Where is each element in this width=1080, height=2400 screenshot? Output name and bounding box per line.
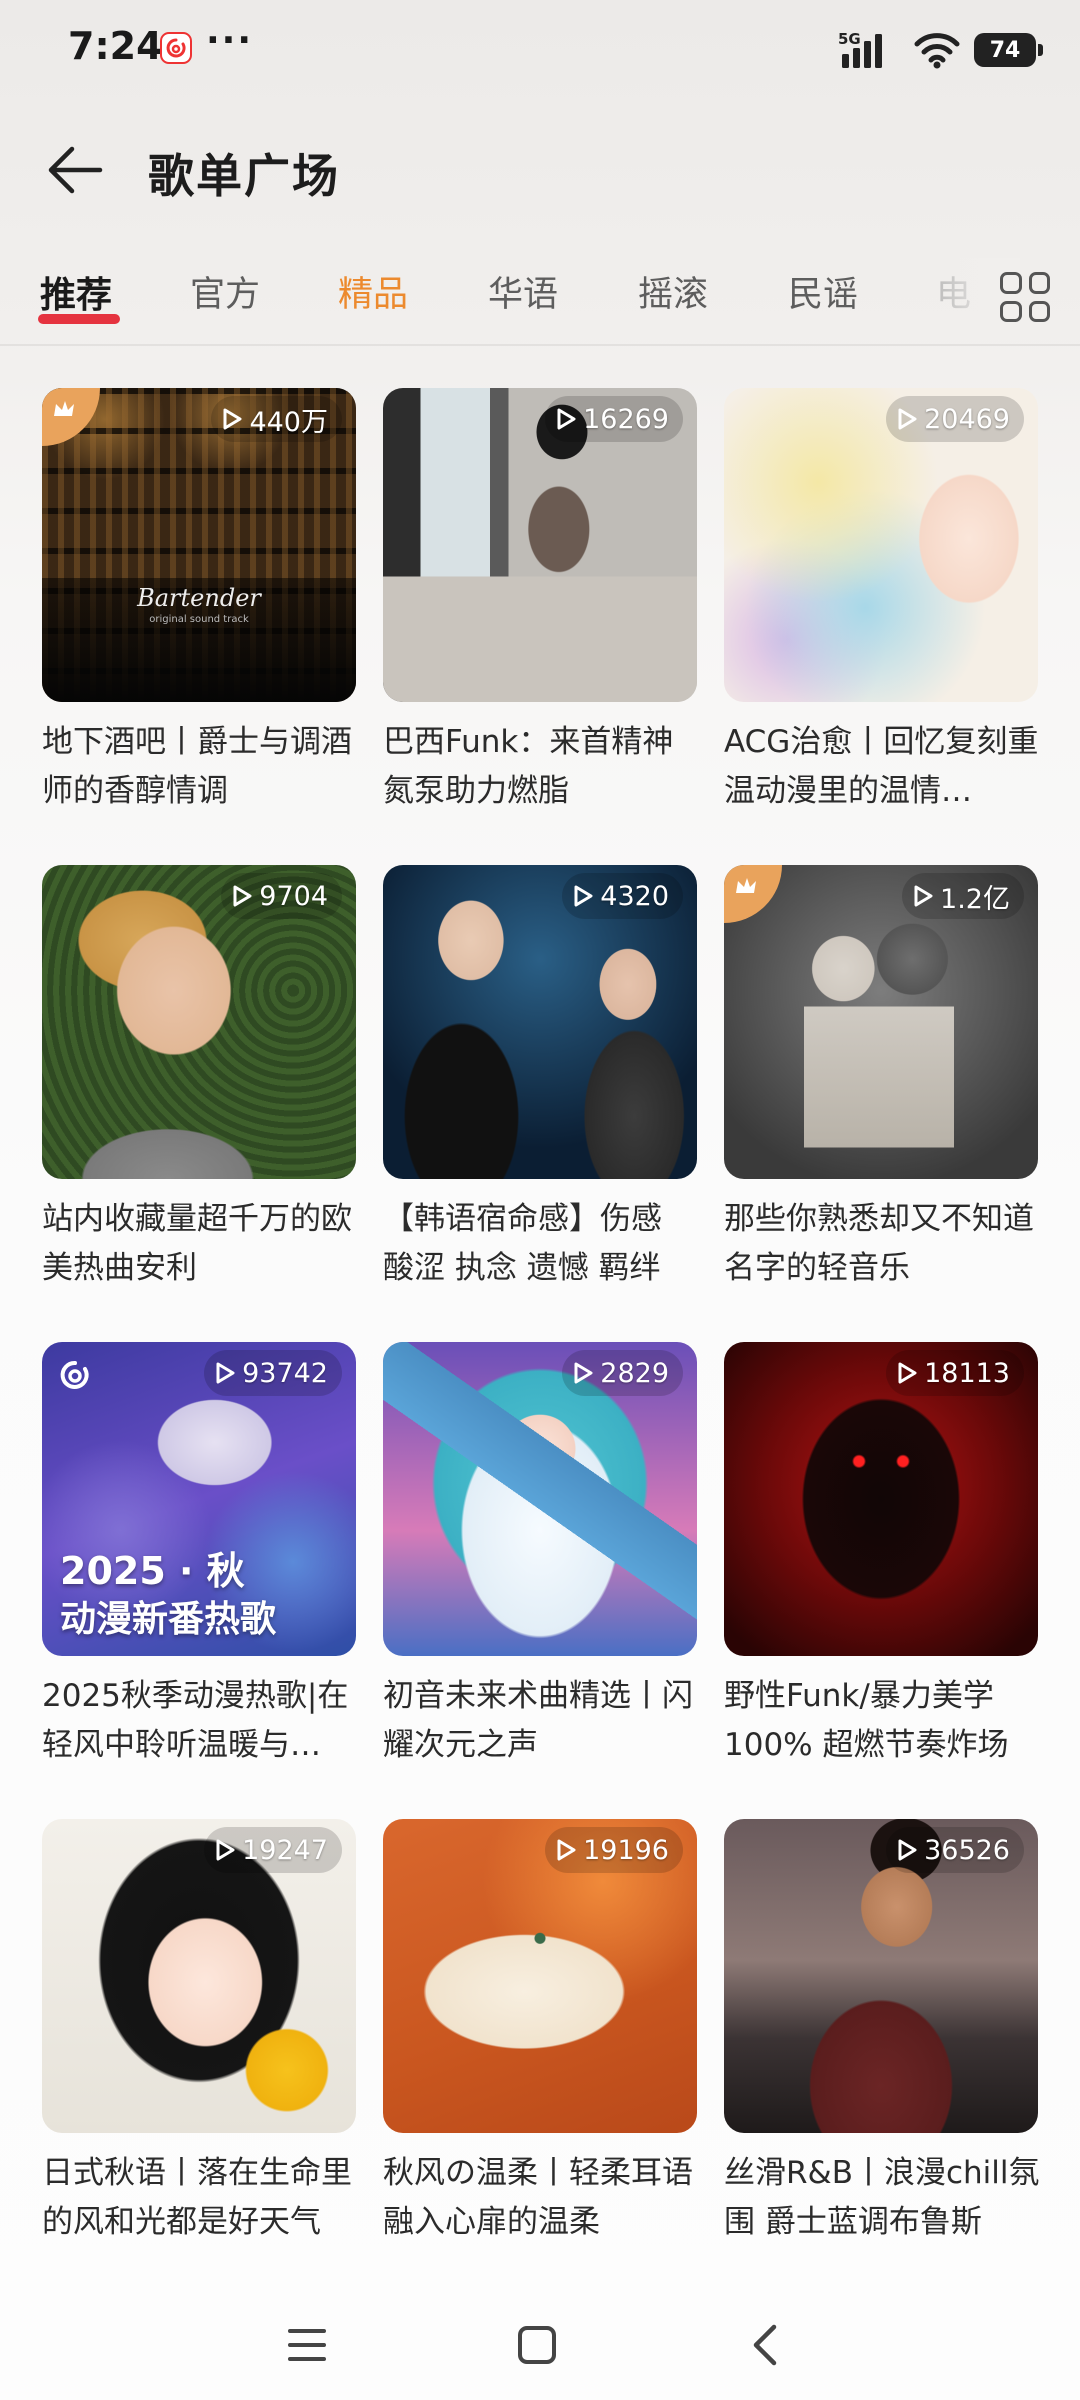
crown-icon: [736, 878, 756, 893]
playlist-title[interactable]: 日式秋语丨落在生命里的风和光都是好天气: [42, 2149, 360, 2247]
tabs-divider: [0, 344, 1080, 346]
playlist-title[interactable]: 站内收藏量超千万的欧美热曲安利: [42, 1195, 360, 1293]
playlist-title[interactable]: 野性Funk/暴力美学100% 超燃节奏炸场: [724, 1672, 1042, 1770]
cover-text: Bartender: [137, 584, 261, 612]
play-count: 19196: [545, 1827, 683, 1873]
playlist-title[interactable]: 那些你熟悉却又不知道名字的轻音乐: [724, 1195, 1042, 1293]
system-back-button[interactable]: [730, 2310, 800, 2380]
system-nav-bar: [0, 2290, 1080, 2400]
wifi-icon: [914, 33, 960, 69]
play-count: 19247: [204, 1827, 342, 1873]
grid-icon: [1000, 272, 1022, 294]
playlist-cover[interactable]: 4320: [383, 865, 697, 1179]
playlist-cover[interactable]: Bartender original sound track 440万: [42, 388, 356, 702]
play-count: 16269: [545, 396, 683, 442]
playlist-cover[interactable]: 36526: [724, 1819, 1038, 2133]
arrow-left-icon: [48, 146, 103, 194]
category-tabs: 推荐 官方 精品 华语 摇滚 民谣 电: [0, 258, 1080, 338]
chevron-left-icon: [753, 2324, 777, 2366]
play-count: 4320: [562, 873, 683, 919]
menu-icon: [288, 2329, 326, 2361]
playlist-title[interactable]: ACG治愈丨回忆复刻重温动漫里的温情…: [724, 718, 1042, 816]
playlist-cover[interactable]: 19196: [383, 1819, 697, 2133]
playlist-title[interactable]: 巴西Funk：来首精神氮泵助力燃脂: [383, 718, 701, 816]
cover-text: 2025 · 秋: [60, 1549, 245, 1593]
play-icon: [233, 885, 252, 907]
play-icon: [557, 408, 576, 430]
home-button[interactable]: [502, 2310, 572, 2380]
play-count: 93742: [204, 1350, 342, 1396]
home-square-icon: [518, 2326, 556, 2364]
playlist-cover[interactable]: 18113: [724, 1342, 1038, 1656]
playlist-cover[interactable]: 9704: [42, 865, 356, 1179]
tab-folk[interactable]: 民谣: [788, 266, 858, 317]
battery-indicator: 74: [974, 33, 1043, 67]
play-icon: [898, 1839, 917, 1861]
playlist-cover[interactable]: 2829: [383, 1342, 697, 1656]
cover-subtext: original sound track: [149, 614, 249, 625]
play-count: 1.2亿: [902, 873, 1024, 919]
tab-official[interactable]: 官方: [190, 266, 260, 317]
tab-premium[interactable]: 精品: [338, 266, 408, 317]
netease-icon: [60, 1360, 89, 1389]
playlist-cover[interactable]: 19247: [42, 1819, 356, 2133]
more-notifications-icon: ···: [206, 20, 254, 61]
playlist-title[interactable]: 初音未来术曲精选丨闪耀次元之声: [383, 1672, 701, 1770]
tab-rock[interactable]: 摇滚: [638, 266, 708, 317]
tab-recommend[interactable]: 推荐: [40, 266, 112, 318]
play-count: 36526: [886, 1827, 1024, 1873]
playlist-title[interactable]: 丝滑R&B丨浪漫chill氛围 爵士蓝调布鲁斯: [724, 2149, 1042, 2247]
playlist-cover[interactable]: 2025 · 秋 动漫新番热歌 93742: [42, 1342, 356, 1656]
status-time: 7:24: [68, 24, 163, 68]
play-count: 2829: [562, 1350, 683, 1396]
playlist-title[interactable]: 2025秋季动漫热歌|在轻风中聆听温暖与…: [42, 1672, 360, 1770]
play-count: 9704: [221, 873, 342, 919]
playlist-cover[interactable]: 1.2亿: [724, 865, 1038, 1179]
play-icon: [216, 1839, 235, 1861]
play-icon: [898, 408, 917, 430]
all-categories-button[interactable]: [996, 268, 1054, 326]
play-icon: [574, 885, 593, 907]
active-tab-indicator: [38, 314, 120, 324]
play-icon: [216, 1362, 235, 1384]
play-icon: [574, 1362, 593, 1384]
play-count: 440万: [211, 396, 342, 442]
status-indicators: 5G 74: [836, 28, 1043, 72]
play-icon: [223, 408, 242, 430]
play-count: 20469: [886, 396, 1024, 442]
play-icon: [557, 1839, 576, 1861]
netease-music-icon: [160, 32, 192, 64]
tab-chinese[interactable]: 华语: [488, 266, 558, 317]
network-label: 5G: [838, 30, 861, 48]
playlist-cover[interactable]: 16269: [383, 388, 697, 702]
crown-icon: [54, 401, 74, 416]
play-icon: [898, 1362, 917, 1384]
status-bar: 7:24 ··· 5G 74: [0, 0, 1080, 100]
playlist-title[interactable]: 地下酒吧丨爵士与调酒师的香醇情调: [42, 718, 360, 816]
play-count: 18113: [886, 1350, 1024, 1396]
playlist-cover[interactable]: 20469: [724, 388, 1038, 702]
playlist-title[interactable]: 秋风の温柔丨轻柔耳语融入心扉的温柔: [383, 2149, 701, 2247]
playlist-title[interactable]: 【韩语宿命感】伤感 酸涩 执念 遗憾 羁绊: [383, 1195, 701, 1293]
recent-apps-button[interactable]: [272, 2310, 342, 2380]
header: 歌单广场: [0, 120, 1080, 220]
signal-5g-icon: 5G: [838, 30, 882, 68]
play-icon: [914, 885, 933, 907]
back-button[interactable]: [40, 138, 110, 202]
page-title: 歌单广场: [148, 149, 340, 203]
cover-subtext: 动漫新番热歌: [60, 1599, 277, 1640]
